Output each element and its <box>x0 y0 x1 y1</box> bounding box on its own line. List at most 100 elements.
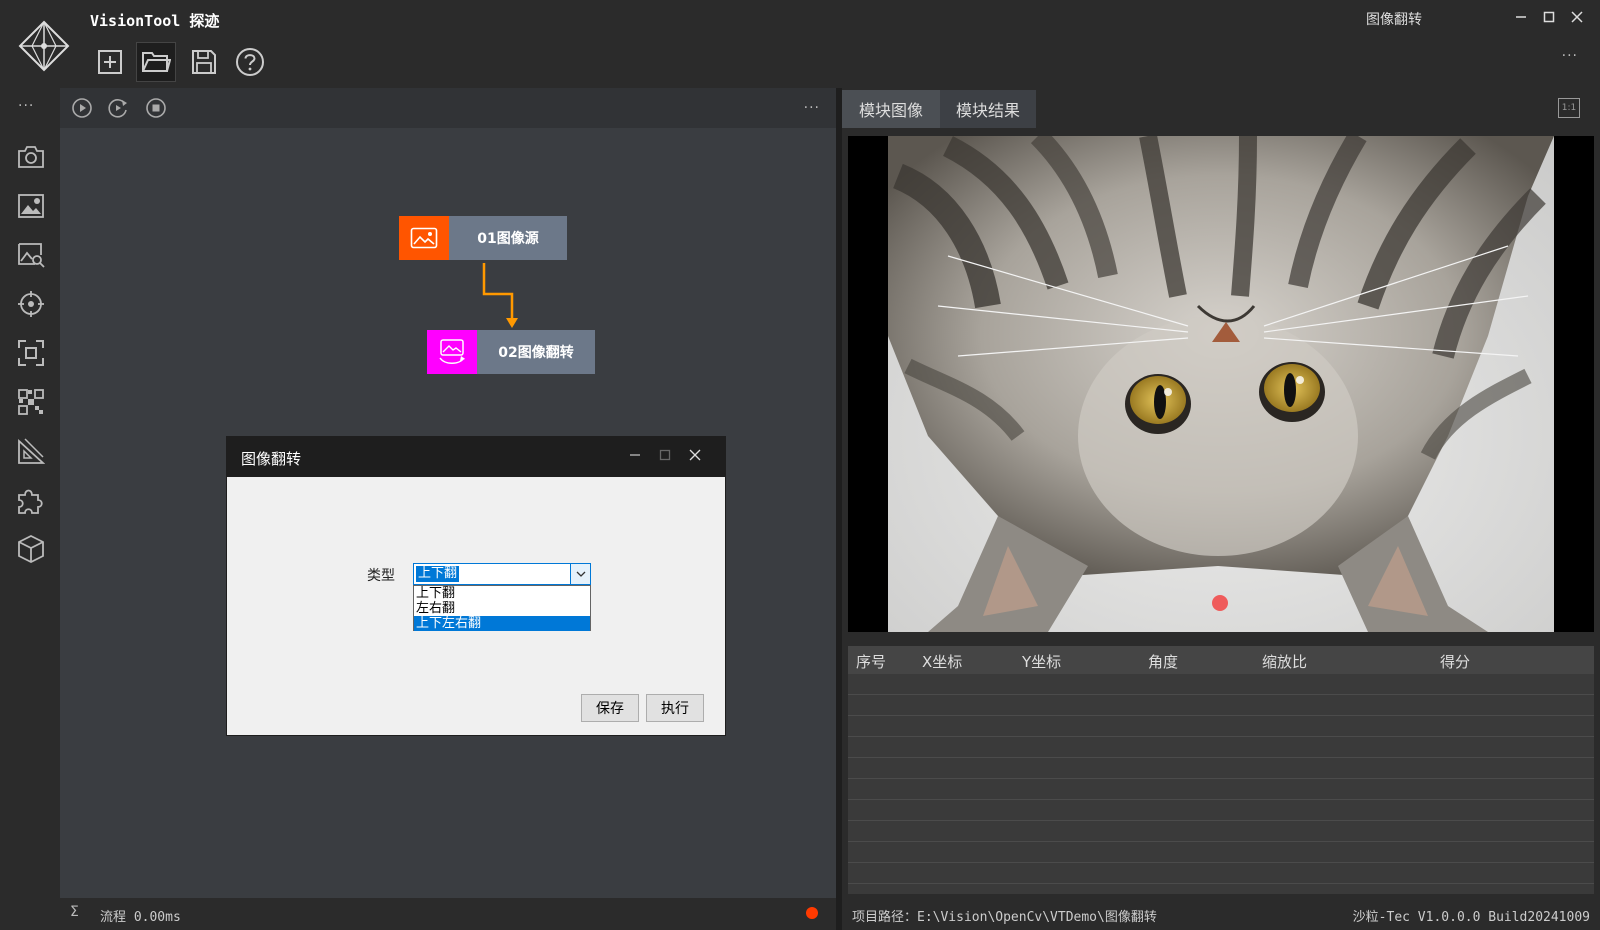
table-row-divider <box>848 778 1594 779</box>
sidebar-item-image-settings[interactable] <box>16 191 46 221</box>
column-header: Y坐标 <box>1022 653 1062 671</box>
sidebar-item-image-search[interactable] <box>16 240 46 270</box>
flow-node-image-flip[interactable]: 02图像翻转 <box>427 330 595 374</box>
table-row-divider <box>848 715 1594 716</box>
chevron-down-icon <box>576 571 585 577</box>
image-viewer[interactable] <box>848 136 1594 632</box>
actual-size-button[interactable]: 1:1 <box>1558 98 1580 118</box>
flow-node-image-source[interactable]: 01图像源 <box>399 216 567 260</box>
more-menu-button[interactable]: ··· <box>1562 48 1578 64</box>
sidebar-item-camera[interactable] <box>16 142 46 172</box>
window-title: 图像翻转 <box>1366 12 1422 28</box>
dropdown-option[interactable]: 上下左右翻 <box>414 616 590 631</box>
app-window: VisionTool 探迹 图像翻转 ··· ··· ··· 01图像源 02图… <box>0 0 1600 930</box>
image-icon <box>410 227 438 249</box>
dropdown-option[interactable]: 上下翻 <box>414 586 590 601</box>
type-select-toggle[interactable] <box>570 564 590 584</box>
close-icon <box>1571 11 1583 23</box>
minimize-button[interactable] <box>1512 10 1530 28</box>
tab-module-image[interactable]: 模块图像 <box>842 90 940 128</box>
column-header: X坐标 <box>922 653 963 671</box>
help-icon <box>236 48 264 76</box>
column-header: 序号 <box>856 653 887 671</box>
help-button[interactable] <box>230 42 270 82</box>
minimize-icon <box>630 454 640 456</box>
node-label: 01图像源 <box>449 216 567 260</box>
maximize-icon <box>659 449 671 461</box>
app-title: VisionTool 探迹 <box>90 12 220 30</box>
node-icon-box <box>427 330 477 374</box>
dialog-save-button[interactable]: 保存 <box>581 694 639 722</box>
table-row-divider <box>848 820 1594 821</box>
new-file-button[interactable] <box>90 42 130 82</box>
tool-sidebar: ··· <box>0 88 60 930</box>
dialog-title: 图像翻转 <box>241 450 302 468</box>
puzzle-icon <box>18 489 43 514</box>
title-bar: VisionTool 探迹 图像翻转 ··· <box>0 0 1600 88</box>
type-label: 类型 <box>367 568 395 584</box>
cube-icon <box>18 534 44 564</box>
dropdown-option[interactable]: 左右翻 <box>414 601 590 616</box>
save-icon <box>192 50 216 74</box>
dialog-close-button[interactable] <box>685 447 705 467</box>
table-row-divider <box>848 862 1594 863</box>
flipped-cat-photo <box>888 136 1554 632</box>
camera-icon <box>18 146 44 168</box>
version-label: 沙粒-Tec V1.0.0.0 Build20241009 <box>1352 910 1590 925</box>
sidebar-item-ruler[interactable] <box>16 436 46 466</box>
save-button[interactable] <box>184 42 224 82</box>
column-header: 角度 <box>1148 653 1179 671</box>
ruler-icon <box>18 438 45 464</box>
open-folder-icon <box>142 52 171 72</box>
image-search-icon <box>18 243 45 268</box>
type-select-value: 上下翻 <box>416 566 460 582</box>
tab-module-result[interactable]: 模块结果 <box>940 90 1036 128</box>
table-row-divider <box>848 757 1594 758</box>
image-flip-icon <box>439 339 465 364</box>
column-header: 得分 <box>1440 653 1471 671</box>
sidebar-item-puzzle[interactable] <box>16 485 46 515</box>
focus-frame-icon <box>18 340 44 366</box>
sidebar-more-button[interactable]: ··· <box>18 98 34 114</box>
flow-status-text: 流程 0.00ms <box>100 910 181 925</box>
node-icon-box <box>399 216 449 260</box>
table-row-divider <box>848 841 1594 842</box>
results-table-header: 序号 X坐标 Y坐标 角度 缩放比 得分 <box>848 646 1594 674</box>
flow-connector <box>482 263 518 328</box>
maximize-icon <box>1543 11 1555 23</box>
result-panel: 模块图像 模块结果 1:1 序号 X坐标 Y坐标 角度 缩放比 得分 项目路径：… <box>842 88 1600 930</box>
table-row-divider <box>848 694 1594 695</box>
app-logo-icon <box>18 20 70 72</box>
maximize-button[interactable] <box>1540 10 1558 28</box>
dialog-maximize-button[interactable] <box>655 447 675 467</box>
close-button[interactable] <box>1568 10 1586 28</box>
results-table: 序号 X坐标 Y坐标 角度 缩放比 得分 <box>848 646 1594 894</box>
flow-status-bar: Σ 流程 0.00ms <box>60 898 836 930</box>
sidebar-item-focus-frame[interactable] <box>16 338 46 368</box>
table-row-divider <box>848 736 1594 737</box>
project-path: 项目路径：E:\Vision\OpenCv\VTDemo\图像翻转 <box>852 910 1157 925</box>
image-flip-dialog: 图像翻转 类型 上下翻 上下翻 左右翻 上下左右翻 保存 执行 <box>226 436 726 736</box>
type-select[interactable]: 上下翻 <box>413 563 591 585</box>
status-indicator <box>806 907 818 919</box>
minimize-icon <box>1516 16 1526 18</box>
sidebar-item-cube[interactable] <box>16 534 46 564</box>
project-status-bar: 项目路径：E:\Vision\OpenCv\VTDemo\图像翻转 沙粒-Tec… <box>842 898 1600 930</box>
dialog-minimize-button[interactable] <box>625 447 645 467</box>
node-label: 02图像翻转 <box>477 330 595 374</box>
dialog-title-bar[interactable]: 图像翻转 <box>227 437 725 477</box>
target-icon <box>18 291 44 317</box>
image-settings-icon <box>18 194 44 218</box>
grid-pattern-icon <box>18 389 44 415</box>
result-tabs: 模块图像 模块结果 1:1 <box>842 88 1600 128</box>
sidebar-item-grid-pattern[interactable] <box>16 387 46 417</box>
table-row-divider <box>848 799 1594 800</box>
column-header: 缩放比 <box>1262 653 1308 671</box>
dialog-execute-button[interactable]: 执行 <box>646 694 704 722</box>
new-file-icon <box>98 50 122 74</box>
open-folder-button[interactable] <box>136 42 176 82</box>
sigma-icon: Σ <box>70 904 79 920</box>
type-dropdown-list: 上下翻 左右翻 上下左右翻 <box>413 585 591 631</box>
sidebar-item-target[interactable] <box>16 289 46 319</box>
close-icon <box>689 449 701 461</box>
